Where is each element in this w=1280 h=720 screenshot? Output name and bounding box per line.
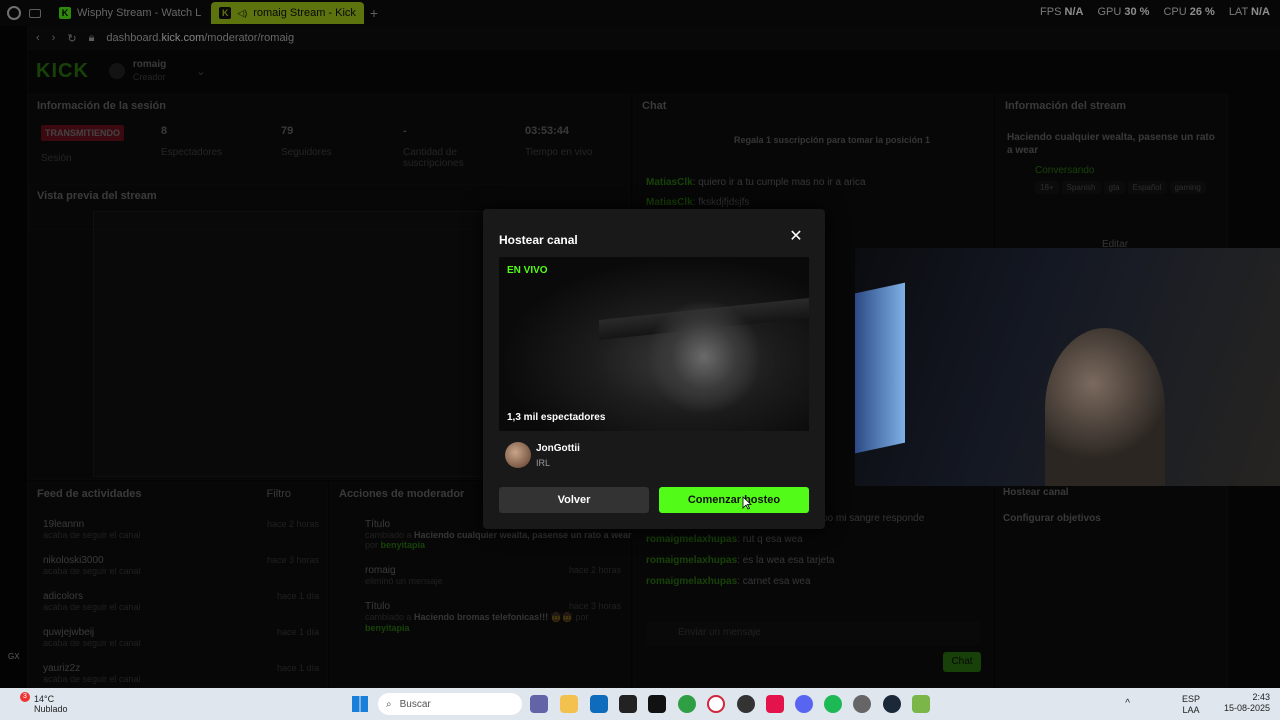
epic-games-icon[interactable] — [619, 695, 637, 713]
spotify-icon[interactable] — [824, 695, 842, 713]
tiktok-icon[interactable] — [648, 695, 666, 713]
teams-icon[interactable] — [530, 695, 548, 713]
app-icon[interactable] — [737, 695, 755, 713]
chrome-icon[interactable] — [678, 695, 696, 713]
system-tray: ^ ESP LAA 2:43 15-08-2025 — [1125, 692, 1270, 715]
host-channel-category: IRL — [536, 458, 551, 468]
host-channel-modal: Hostear canal ✕ EN VIVO 1,3 mil espectad… — [483, 209, 825, 529]
clock-date: 15-08-2025 — [1223, 703, 1270, 713]
lang-layout: LAA — [1182, 705, 1200, 715]
outlook-icon[interactable] — [590, 695, 608, 713]
host-preview-video[interactable]: EN VIVO 1,3 mil espectadores — [499, 257, 809, 431]
live-badge: EN VIVO — [507, 265, 548, 276]
clock[interactable]: 2:43 15-08-2025 — [1224, 692, 1270, 714]
windows-taskbar: 3 14°C Nublado ⌕ Buscar ^ ESP LAA 2:43 15-0… — [0, 688, 1280, 720]
tiktok-icon[interactable] — [766, 695, 784, 713]
settings-icon[interactable] — [853, 695, 871, 713]
search-label: Buscar — [399, 698, 431, 710]
mouse-cursor-icon — [742, 496, 752, 510]
opera-gx-icon[interactable] — [707, 695, 725, 713]
viewer-count: 1,3 mil espectadores — [507, 412, 606, 423]
weather-temp: 14°C — [34, 694, 55, 704]
modal-title: Hostear canal — [499, 233, 578, 247]
app-cube-icon[interactable] — [912, 695, 930, 713]
tray-chevron-icon[interactable]: ^ — [1125, 698, 1130, 709]
weather-widget[interactable]: 3 14°C Nublado — [14, 692, 68, 714]
smoke-figure — [649, 297, 759, 417]
webcam-overlay — [855, 248, 1280, 486]
weather-desc: Nublado — [34, 704, 68, 714]
close-icon[interactable]: ✕ — [788, 229, 804, 245]
file-explorer-icon[interactable] — [560, 695, 578, 713]
host-channel-name: JonGottii — [536, 443, 580, 454]
streamer-silhouette — [1045, 328, 1165, 486]
start-host-button[interactable]: Comenzar hosteo — [659, 487, 809, 513]
search-icon: ⌕ — [386, 698, 392, 710]
back-button[interactable]: Volver — [499, 487, 649, 513]
lang-code: ESP — [1181, 694, 1200, 704]
discord-icon[interactable] — [795, 695, 813, 713]
monitor-glow — [855, 282, 905, 454]
weather-badge: 3 — [20, 692, 30, 702]
taskbar-search[interactable]: ⌕ Buscar — [378, 693, 522, 715]
clock-time: 2:43 — [1252, 692, 1270, 702]
windows-start-icon[interactable] — [352, 696, 368, 712]
avatar — [505, 442, 531, 468]
language-indicator[interactable]: ESP LAA — [1182, 694, 1200, 716]
steam-icon[interactable] — [883, 695, 901, 713]
